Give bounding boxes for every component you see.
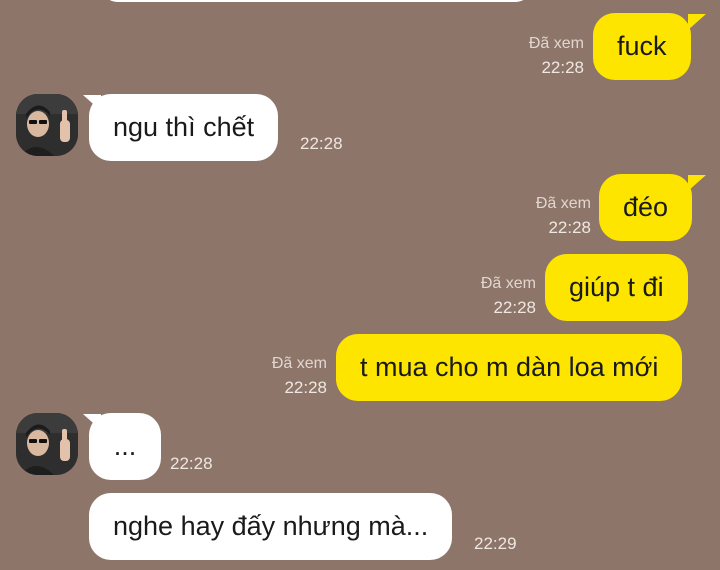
avatar[interactable] [16,94,78,156]
read-receipt: Đã xem [528,35,584,52]
message-meta: 22:28 [170,452,213,476]
message-text: t mua cho m dàn loa mới [360,352,659,382]
message-meta: Đã xem 22:28 [481,272,536,320]
avatar-image [16,94,78,156]
message-time: 22:28 [541,58,584,77]
incoming-message-bubble[interactable]: ... [89,413,161,480]
outgoing-message-bubble[interactable]: t mua cho m dàn loa mới [336,334,683,401]
message-text: đéo [623,192,669,222]
outgoing-message-bubble[interactable]: fuck [593,13,691,80]
message-time: 22:28 [548,218,591,237]
message-text: fuck [617,31,667,61]
message-meta: 22:28 [300,132,343,156]
avatar[interactable] [16,413,78,475]
avatar-image [16,413,78,475]
bubble-tail [688,175,706,191]
message-text: ... [113,431,137,461]
read-receipt: Đã xem [535,195,591,212]
message-time: 22:29 [474,534,517,553]
message-text: ngu thì chết [113,112,255,142]
read-receipt: Đã xem [480,275,536,292]
message-time: 22:28 [493,298,536,317]
incoming-message-bubble[interactable]: ngu thì chết [89,94,279,161]
message-meta: Đã xem 22:28 [529,32,584,80]
previous-message-bubble[interactable] [103,0,530,2]
message-text: giúp t đi [569,272,664,302]
message-meta: Đã xem 22:28 [536,192,591,240]
chat-area[interactable]: Đã xem 22:28 fuck ngu thì chết 22:28 Đã … [0,0,720,570]
message-time: 22:28 [284,378,327,397]
bubble-tail [688,14,706,30]
outgoing-message-bubble[interactable]: giúp t đi [545,254,688,321]
message-meta: Đã xem 22:28 [272,352,327,400]
read-receipt: Đã xem [271,355,327,372]
message-meta: 22:29 [474,532,517,556]
message-text: nghe hay đấy nhưng mà... [113,511,429,541]
message-time: 22:28 [300,134,343,153]
message-time: 22:28 [170,454,213,473]
incoming-message-bubble[interactable]: nghe hay đấy nhưng mà... [89,493,453,560]
outgoing-message-bubble[interactable]: đéo [599,174,693,241]
